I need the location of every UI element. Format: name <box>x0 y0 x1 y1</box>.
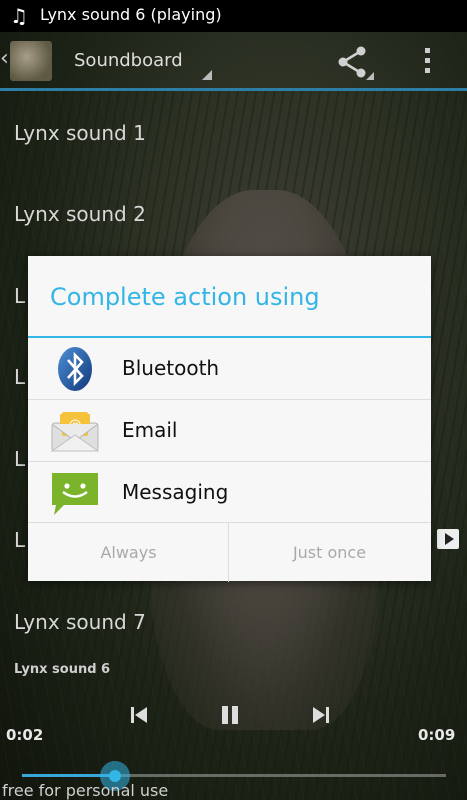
list-item[interactable]: L <box>14 446 25 472</box>
spinner-caret-icon <box>202 70 212 80</box>
up-caret-icon[interactable]: ‹ <box>0 46 9 72</box>
list-item[interactable]: L <box>14 364 25 390</box>
action-bar-divider <box>0 88 467 91</box>
just-once-button[interactable]: Just once <box>229 523 430 582</box>
app-option-messaging[interactable]: Messaging <box>28 462 431 523</box>
seek-bar[interactable] <box>22 774 446 777</box>
music-note-icon: ♫ <box>10 4 28 28</box>
watermark-text: free for personal use <box>2 781 169 800</box>
action-bar: ‹ Soundboard <box>0 32 467 88</box>
dialog-button-bar: Always Just once <box>28 522 431 582</box>
complete-action-dialog: Complete action using Bluetooth @ <box>28 256 431 582</box>
app-label: Messaging <box>122 480 229 504</box>
status-title: Lynx sound 6 (playing) <box>40 5 222 24</box>
play-icon[interactable] <box>437 529 459 549</box>
now-playing-title: Lynx sound 6 <box>14 662 111 677</box>
skip-previous-icon[interactable] <box>127 703 151 727</box>
skip-next-icon[interactable] <box>309 703 333 727</box>
pause-icon[interactable] <box>218 703 242 727</box>
list-item[interactable]: Lynx sound 2 <box>14 201 146 227</box>
app-label: Email <box>122 418 178 442</box>
email-icon: @ <box>50 408 100 454</box>
app-icon[interactable] <box>10 41 52 81</box>
always-button[interactable]: Always <box>28 523 229 582</box>
dialog-title: Complete action using <box>50 283 320 311</box>
status-bar: ♫ Lynx sound 6 (playing) <box>0 0 467 32</box>
list-item[interactable]: Lynx sound 7 <box>14 609 146 635</box>
total-time: 0:09 <box>418 726 456 744</box>
app-option-email[interactable]: @ Email <box>28 400 431 462</box>
app-label: Bluetooth <box>122 356 220 380</box>
list-item[interactable]: Lynx sound 1 <box>14 120 146 146</box>
bluetooth-icon <box>50 346 100 392</box>
list-item[interactable]: L <box>14 527 25 553</box>
messaging-icon <box>50 470 100 516</box>
elapsed-time: 0:02 <box>6 726 44 744</box>
list-item[interactable]: L <box>14 283 25 309</box>
app-option-bluetooth[interactable]: Bluetooth <box>28 338 431 400</box>
soundboard-spinner[interactable]: Soundboard <box>74 49 183 73</box>
overflow-menu-icon[interactable] <box>413 44 441 78</box>
share-icon[interactable] <box>334 42 376 82</box>
